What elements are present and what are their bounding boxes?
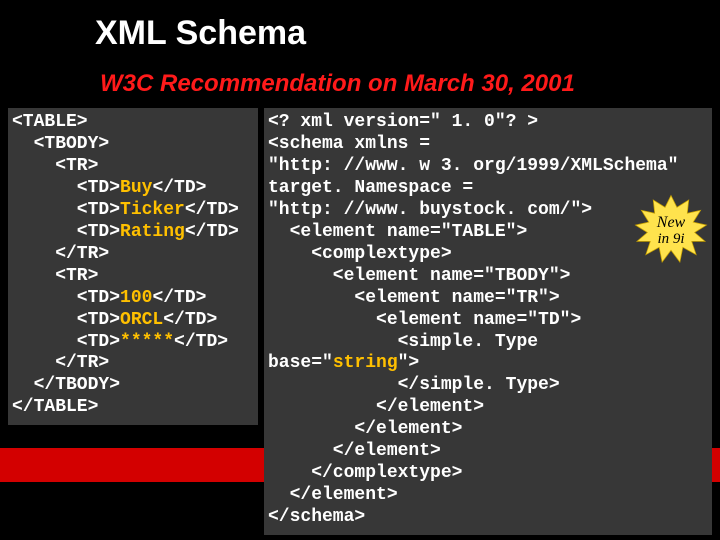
code-line: <TD>: [12, 332, 120, 352]
code-line: <TD>: [12, 310, 120, 330]
code-token: 100: [120, 288, 152, 308]
code-line: </schema>: [268, 507, 365, 527]
code-line: <TD>: [12, 222, 120, 242]
code-block-right: <? xml version=" 1. 0"? > <schema xmlns …: [264, 108, 712, 535]
code-line: </element>: [268, 441, 441, 461]
code-line: <element name="TABLE">: [268, 222, 527, 242]
code-token: Ticker: [120, 200, 185, 220]
code-line: </TR>: [12, 353, 109, 373]
code-line: </TD>: [174, 332, 228, 352]
code-line: "http: //www. buystock. com/">: [268, 200, 592, 220]
code-line: </element>: [268, 397, 484, 417]
code-line: <TD>: [12, 288, 120, 308]
code-line: <complextype>: [268, 244, 452, 264]
code-line: </TD>: [152, 288, 206, 308]
code-token: string: [333, 353, 398, 373]
code-line: "http: //www. w 3. org/1999/XMLSchema": [268, 156, 678, 176]
code-token: ORCL: [120, 310, 163, 330]
code-line: target. Namespace =: [268, 178, 473, 198]
code-line: <TD>: [12, 200, 120, 220]
code-line: <TD>: [12, 178, 120, 198]
code-line: <? xml version=" 1. 0"? >: [268, 112, 538, 132]
code-line: </TD>: [185, 222, 239, 242]
code-line: </simple. Type>: [268, 375, 560, 395]
slide-subtitle: W3C Recommendation on March 30, 2001: [100, 70, 575, 98]
code-block-left: <TABLE> <TBODY> <TR> <TD>Buy</TD> <TD>Ti…: [8, 108, 258, 425]
starburst-badge: New in 9i: [634, 194, 708, 268]
code-line: <element name="TBODY">: [268, 266, 570, 286]
burst-line2: in 9i: [657, 232, 684, 248]
code-line: <TR>: [12, 266, 98, 286]
code-line: </TR>: [12, 244, 109, 264]
code-line: </TD>: [152, 178, 206, 198]
burst-line1: New: [657, 215, 685, 232]
code-token: *****: [120, 332, 174, 352]
code-line: </complextype>: [268, 463, 462, 483]
code-line: </TD>: [185, 200, 239, 220]
code-line: </TBODY>: [12, 375, 120, 395]
starburst-text: New in 9i: [634, 194, 708, 268]
code-line: <TR>: [12, 156, 98, 176]
code-line: <schema xmlns =: [268, 134, 430, 154]
code-line: <element name="TD">: [268, 310, 581, 330]
code-token: Rating: [120, 222, 185, 242]
code-line: <TBODY>: [12, 134, 109, 154]
code-line: <simple. Type: [268, 332, 538, 352]
code-line: </element>: [268, 419, 462, 439]
slide-title: XML Schema: [95, 14, 306, 53]
code-token: Buy: [120, 178, 152, 198]
code-line: base=": [268, 353, 333, 373]
code-line: </TABLE>: [12, 397, 98, 417]
code-line: </TD>: [163, 310, 217, 330]
code-line: </element>: [268, 485, 398, 505]
code-line: ">: [398, 353, 420, 373]
code-line: <TABLE>: [12, 112, 88, 132]
code-line: <element name="TR">: [268, 288, 560, 308]
